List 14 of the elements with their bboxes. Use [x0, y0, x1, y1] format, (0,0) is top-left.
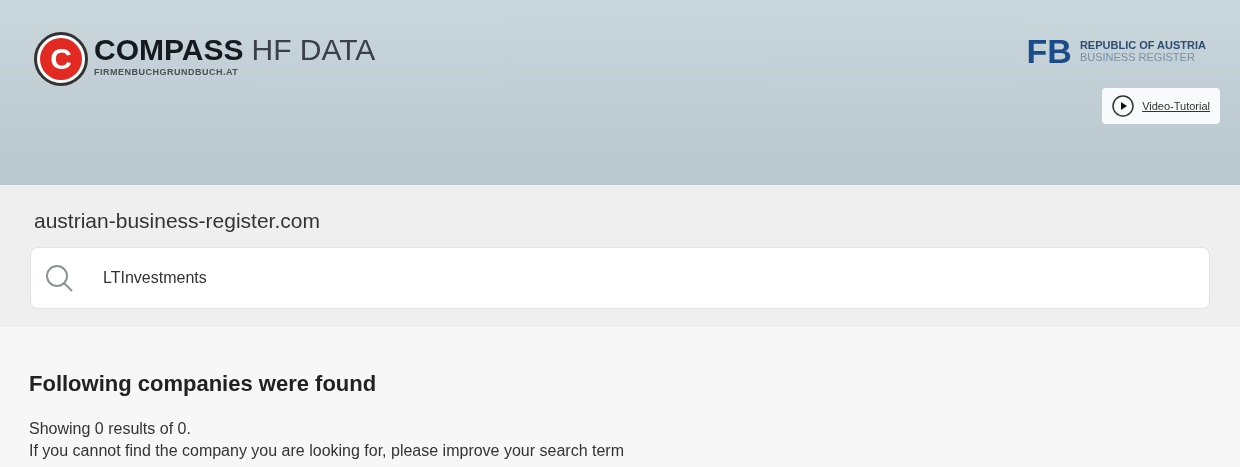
register-name: BUSINESS REGISTER — [1079, 51, 1196, 63]
register-country: REPUBLIC OF AUSTRIA — [1079, 39, 1206, 51]
brand-subtitle: FIRMENBUCHGRUNDBUCH.AT — [94, 66, 240, 79]
brand-suffix: HF DATA — [251, 34, 376, 66]
site-title: austrian-business-register.com — [33, 208, 321, 234]
logo-icon: C — [34, 32, 88, 86]
register-mark: FB — [1026, 34, 1072, 68]
brand-name: COMPASS — [94, 34, 244, 66]
search-field[interactable]: LTInvestments — [30, 246, 1210, 309]
results-heading: Following companies were found — [29, 369, 378, 398]
video-tutorial-link[interactable]: Video-Tutorial — [1102, 88, 1220, 124]
results-hint: If you cannot find the company you are looking for, please improve your search term — [29, 440, 625, 461]
play-icon — [1112, 95, 1135, 117]
results-count: Showing 0 results of 0. — [29, 418, 192, 439]
